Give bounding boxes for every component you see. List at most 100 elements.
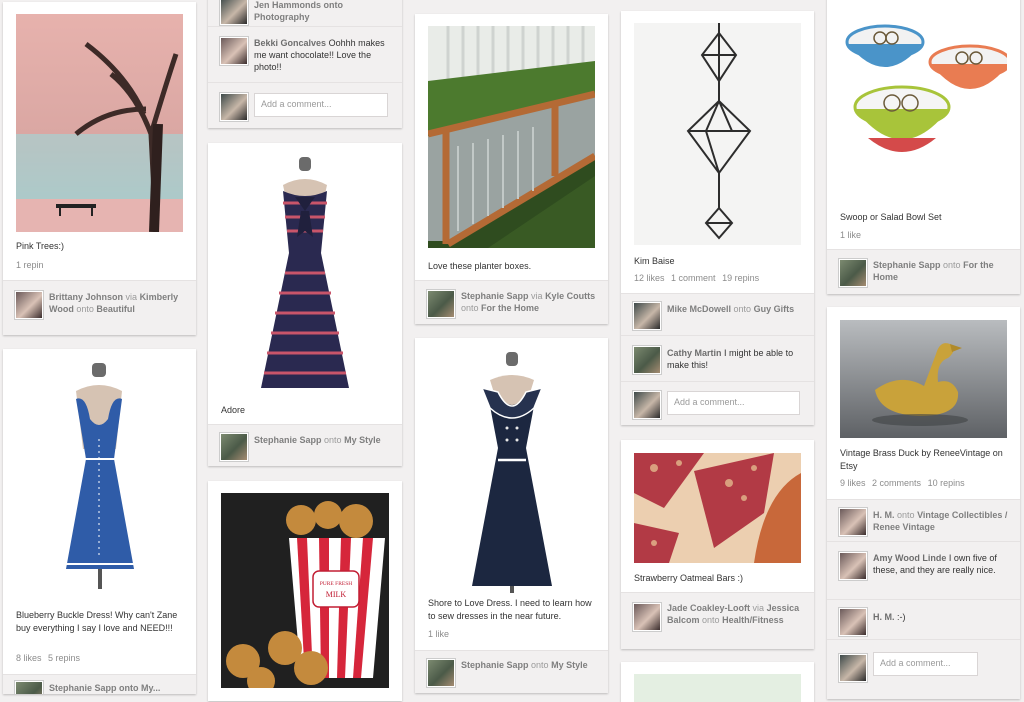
repin-count[interactable]: 1 repin (16, 260, 44, 270)
pinner-avatar[interactable] (839, 259, 867, 287)
comment-item: H. M. :-) (827, 599, 1020, 640)
comment-item: Cathy Martin I might be able to make thi… (621, 335, 814, 382)
pin-attribution: Brittany Johnson via Kimberly Wood onto … (3, 280, 196, 335)
popcorn-label-top: PURE FRESH (320, 581, 353, 587)
pinner-link[interactable]: Stephanie Sapp (461, 660, 529, 670)
attribution-text: Brittany Johnson via Kimberly Wood onto … (49, 292, 179, 314)
commenter-avatar[interactable] (839, 608, 867, 636)
pin-image-owl-bowls[interactable] (840, 10, 1007, 190)
pinner-avatar[interactable] (633, 603, 661, 631)
pin-image-planter[interactable] (428, 26, 595, 248)
board-link[interactable]: My Style (344, 435, 381, 445)
comment-text: Amy Wood Linde I own five of these, and … (873, 553, 997, 575)
attribution-text: Stephanie Sapp onto For the Home (873, 260, 994, 282)
board-link[interactable]: Guy Gifts (754, 304, 795, 314)
pin-image-blue-dress[interactable] (16, 359, 183, 599)
board-link[interactable]: Beautiful (96, 304, 135, 314)
pinner-avatar[interactable] (427, 659, 455, 687)
pin-image-striped-dress[interactable] (221, 153, 389, 393)
pinner-link[interactable]: Jade Coakley-Looft (667, 603, 750, 613)
pinner-link[interactable]: Stephanie Sapp (461, 291, 529, 301)
pin-attribution: Jade Coakley-Looft via Jessica Balcom on… (621, 592, 814, 649)
pinner-link[interactable]: Jen Hammonds onto (254, 0, 343, 10)
pin-card-pink-trees: Pink Trees:) 1 repin Brittany Johnson vi… (3, 2, 196, 335)
pinner-avatar[interactable] (15, 291, 43, 319)
pinner-avatar[interactable] (633, 302, 661, 330)
commenter-avatar[interactable] (633, 346, 661, 374)
pin-attribution: Jen Hammonds onto Photography (208, 0, 402, 27)
comment-text: H. M. :-) (873, 612, 906, 622)
commenter-link[interactable]: Bekki Goncalves (254, 38, 326, 48)
pin-card-striped-dress: Adore Stephanie Sapp onto My Style (208, 143, 402, 466)
attribution-text: Stephanie Sapp onto My Style (461, 660, 588, 670)
add-comment-input[interactable]: Add a comment... (667, 391, 800, 415)
pinner-link[interactable]: Stephanie Sapp (254, 435, 322, 445)
like-count[interactable]: 1 like (428, 629, 449, 639)
pin-stats: 8 likes 5 repins (16, 653, 84, 663)
repin-count[interactable]: 19 repins (722, 273, 759, 283)
pin-attribution: Stephanie Sapp onto For the Home (827, 249, 1020, 294)
comment-item: Amy Wood Linde I own five of these, and … (827, 541, 1020, 600)
comment-count[interactable]: 2 comments (872, 478, 921, 488)
comment-item: Bekki Goncalves Oohhh makes me want choc… (208, 26, 402, 83)
pin-card-owl-bowls: Swoop or Salad Bowl Set 1 like Stephanie… (827, 0, 1020, 294)
pinner-avatar[interactable] (839, 508, 867, 536)
pin-attribution: Stephanie Sapp onto My... (3, 674, 196, 694)
pin-image-partial[interactable] (634, 674, 801, 702)
add-comment-input[interactable]: Add a comment... (873, 652, 978, 676)
pin-image-pink-trees[interactable] (16, 14, 183, 232)
like-count[interactable]: 12 likes (634, 273, 665, 283)
pin-image-navy-dress[interactable] (428, 348, 595, 593)
pinner-avatar[interactable] (220, 0, 248, 25)
pin-image-himmeli-mobile[interactable] (634, 23, 801, 245)
pin-image-oatmeal-bars[interactable] (634, 453, 801, 563)
commenter-link[interactable]: Amy Wood Linde (873, 553, 946, 563)
pin-stats: 1 like (428, 629, 453, 639)
pinner-link[interactable]: Brittany Johnson (49, 292, 123, 302)
pin-description: Strawberry Oatmeal Bars :) (634, 573, 744, 583)
pin-card-partial (621, 662, 814, 702)
pin-description: Shore to Love Dress. I need to learn how… (428, 598, 592, 621)
board-link[interactable]: Photography (254, 12, 310, 22)
attribution-text: Stephanie Sapp onto My Style (254, 435, 381, 445)
comment-count[interactable]: 1 comment (671, 273, 716, 283)
like-count[interactable]: 1 like (840, 230, 861, 240)
pin-column-3: Love these planter boxes. Stephanie Sapp… (415, 0, 608, 693)
attribution-text: Mike McDowell onto Guy Gifts (667, 304, 795, 314)
pin-image-brass-duck[interactable] (840, 320, 1007, 438)
pin-description: Pink Trees:) (16, 241, 65, 251)
pin-card-chocolate: Jen Hammonds onto Photography Bekki Gonc… (208, 0, 402, 128)
like-count[interactable]: 9 likes (840, 478, 866, 488)
pinner-avatar[interactable] (15, 681, 43, 694)
board-link[interactable]: Health/Fitness (722, 615, 784, 625)
pin-column-5: Swoop or Salad Bowl Set 1 like Stephanie… (827, 0, 1020, 699)
add-comment-row: Add a comment... (827, 639, 1020, 699)
pin-description: Blueberry Buckle Dress! Why can't Zane b… (16, 610, 178, 633)
current-user-avatar (633, 391, 661, 419)
pin-stats: 12 likes 1 comment 19 repins (634, 273, 763, 283)
pin-attribution: H. M. onto Vintage Collectibles / Renee … (827, 499, 1020, 542)
add-comment-input[interactable]: Add a comment... (254, 93, 388, 117)
pin-stats: 9 likes 2 comments 10 repins (840, 478, 969, 488)
repin-count[interactable]: 10 repins (928, 478, 965, 488)
pin-card-mobile: Kim Baise 12 likes 1 comment 19 repins M… (621, 11, 814, 425)
commenter-link[interactable]: H. M. (873, 612, 895, 622)
pin-image-popcorn[interactable]: PURE FRESH MILK (221, 493, 389, 688)
commenter-avatar[interactable] (839, 552, 867, 580)
pinner-link[interactable]: Mike McDowell (667, 304, 731, 314)
pin-description: Adore (221, 405, 246, 415)
pinner-avatar[interactable] (427, 290, 455, 318)
current-user-avatar (220, 93, 248, 121)
commenter-avatar[interactable] (220, 37, 248, 65)
comment-text: Bekki Goncalves Oohhh makes me want choc… (254, 38, 385, 72)
pinner-avatar[interactable] (220, 433, 248, 461)
like-count[interactable]: 8 likes (16, 653, 42, 663)
pinner-link[interactable]: Stephanie Sapp (873, 260, 941, 270)
via-user-link[interactable]: Kyle Coutts (545, 291, 595, 301)
board-link[interactable]: For the Home (481, 303, 539, 313)
attribution-text: Stephanie Sapp via Kyle Coutts onto For … (461, 291, 596, 313)
board-link[interactable]: My Style (551, 660, 588, 670)
repin-count[interactable]: 5 repins (48, 653, 80, 663)
pinner-link[interactable]: H. M. (873, 510, 895, 520)
commenter-link[interactable]: Cathy Martin (667, 348, 722, 358)
